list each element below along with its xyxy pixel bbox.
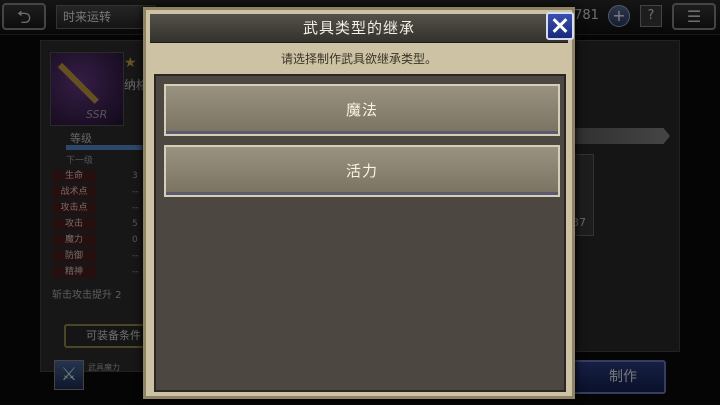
dialog-title: 武具类型的继承: [302, 19, 415, 37]
dialog-subtitle: 请选择制作武具欲继承类型。: [280, 52, 437, 66]
option-vitality-button[interactable]: 活力: [164, 145, 560, 197]
inherit-type-dialog: 武具类型的继承 请选择制作武具欲继承类型。 魔法 活力: [143, 7, 575, 399]
option-list: 魔法 活力: [154, 74, 566, 392]
option-magic-button[interactable]: 魔法: [164, 84, 560, 136]
close-button[interactable]: [546, 12, 574, 40]
dialog-header: 武具类型的继承: [150, 14, 568, 43]
